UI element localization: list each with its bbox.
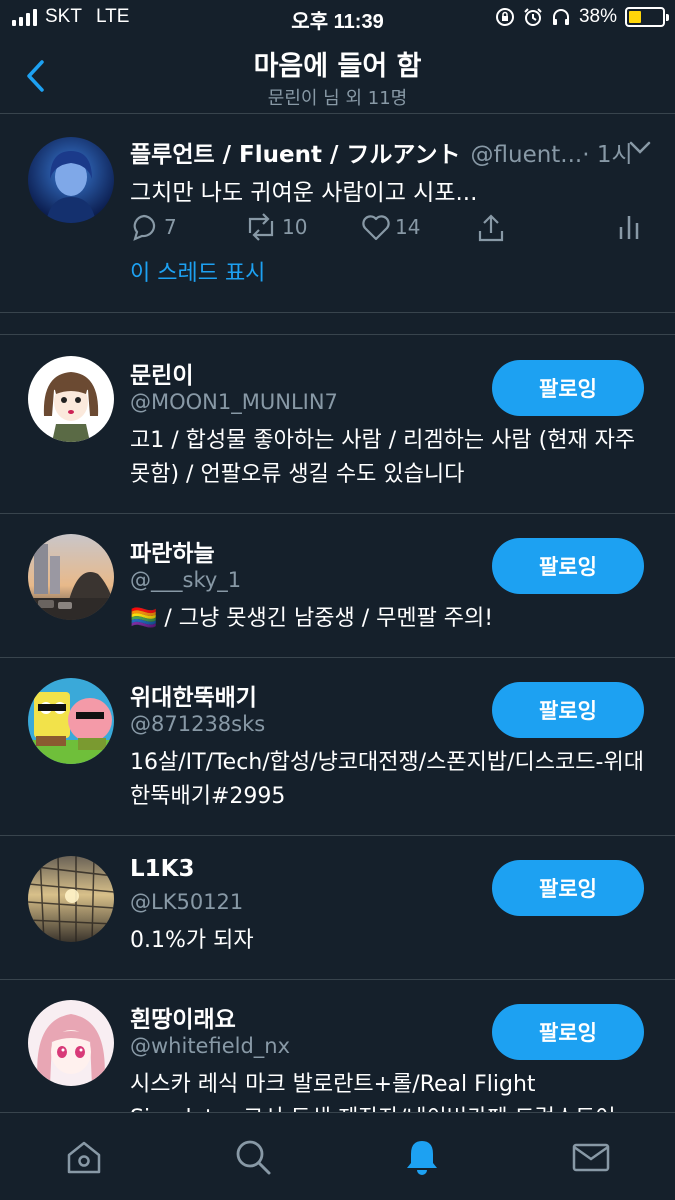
tab-notifications[interactable] [398, 1133, 446, 1181]
retweet-icon [248, 213, 274, 241]
page-title: 마음에 들어 함 [253, 51, 422, 82]
battery-percent: 38% [578, 6, 617, 27]
following-button[interactable]: 팔로잉 [492, 860, 644, 916]
avatar[interactable] [28, 1000, 114, 1086]
avatar[interactable] [28, 678, 114, 764]
following-button[interactable]: 팔로잉 [492, 1004, 644, 1060]
retweet-button[interactable]: 10 [244, 213, 307, 241]
section-divider [0, 313, 675, 335]
bell-icon [407, 1141, 437, 1175]
user-row[interactable]: 파란하늘 @___sky_1 🏳️‍🌈 / 그냥 못생긴 남중생 / 무멘팔 주… [0, 514, 675, 658]
rotation-lock-icon [495, 8, 514, 26]
tab-bar [0, 1112, 675, 1200]
nav-header: 마음에 들어 함 문린이 님 외 11명 [0, 36, 675, 114]
tab-messages[interactable] [567, 1133, 615, 1181]
retweet-count: 10 [282, 215, 308, 239]
reply-icon [133, 214, 156, 241]
user-row[interactable]: 문린이 @MOON1_MUNLIN7 고1 / 합성물 좋아하는 사람 / 리겜… [0, 336, 675, 514]
like-count: 14 [395, 215, 421, 239]
analytics-icon [619, 216, 639, 239]
mail-icon [572, 1143, 610, 1172]
avatar[interactable] [28, 356, 114, 442]
battery-icon [625, 7, 669, 27]
avatar[interactable] [28, 856, 114, 942]
chevron-down-icon [629, 141, 651, 154]
user-name[interactable]: 문린이 [130, 356, 193, 390]
analytics-button[interactable] [618, 213, 640, 241]
user-bio: 🏳️‍🌈 / 그냥 못생긴 남중생 / 무멘팔 주의! [130, 606, 494, 631]
user-bio: 0.1%가 되자 [130, 928, 254, 953]
alarm-icon [524, 8, 542, 26]
user-name[interactable]: 위대한뚝배기 [130, 678, 257, 712]
status-bar: SKT LTE 오후 11:39 38% [0, 0, 675, 36]
user-row[interactable]: 위대한뚝배기 @871238sks 16살/IT/Tech/합성/냥코대전쟁/스… [0, 658, 675, 836]
user-handle: @___sky_1 [130, 568, 242, 592]
user-handle: @MOON1_MUNLIN7 [130, 390, 338, 414]
like-button[interactable]: 14 [361, 213, 420, 241]
heart-icon [362, 215, 390, 241]
more-button[interactable] [629, 140, 651, 159]
headphones-icon [552, 9, 569, 25]
following-button[interactable]: 팔로잉 [492, 682, 644, 738]
tweet[interactable]: 플루언트 / Fluent / フルアント @fluent... · 1시 그치… [0, 115, 675, 313]
following-button[interactable]: 팔로잉 [492, 538, 644, 594]
avatar[interactable] [28, 534, 114, 620]
user-name[interactable]: 파란하늘 [130, 534, 215, 568]
tweet-author-name[interactable]: 플루언트 / Fluent / フルアント [130, 135, 461, 169]
status-right: 38% [495, 6, 669, 28]
share-icon [478, 214, 504, 242]
user-name[interactable]: L1K3 [130, 856, 195, 882]
page-subtitle: 문린이 님 외 11명 [267, 88, 408, 109]
tweet-author-handle: @fluent... [470, 142, 583, 168]
show-thread-link[interactable]: 이 스레드 표시 [130, 255, 265, 287]
tab-home[interactable] [60, 1133, 108, 1181]
user-handle: @whitefield_nx [130, 1034, 291, 1058]
user-handle: @871238sks [130, 712, 266, 736]
user-name[interactable]: 흰땅이래요 [130, 1000, 236, 1034]
tweet-header: 플루언트 / Fluent / フルアント @fluent... · 1시 [130, 135, 647, 169]
search-icon [236, 1140, 271, 1175]
user-bio: 16살/IT/Tech/합성/냥코대전쟁/스폰지밥/디스코드-위대한뚝배기#29… [130, 750, 644, 809]
following-button[interactable]: 팔로잉 [492, 360, 644, 416]
reply-count: 7 [164, 215, 177, 239]
home-icon [67, 1141, 101, 1174]
reply-button[interactable]: 7 [130, 213, 177, 241]
tweet-text: 그치만 나도 귀여운 사람이고 시포... [130, 180, 478, 206]
tweet-time: · 1시 [582, 142, 633, 168]
tab-search[interactable] [229, 1133, 277, 1181]
user-bio: 고1 / 합성물 좋아하는 사람 / 리겜하는 사람 (현재 자주 못함) / … [130, 428, 636, 487]
share-button[interactable] [476, 213, 506, 243]
user-row[interactable]: L1K3 @LK50121 0.1%가 되자 팔로잉 [0, 836, 675, 980]
user-handle: @LK50121 [130, 890, 244, 914]
avatar[interactable] [28, 137, 114, 223]
